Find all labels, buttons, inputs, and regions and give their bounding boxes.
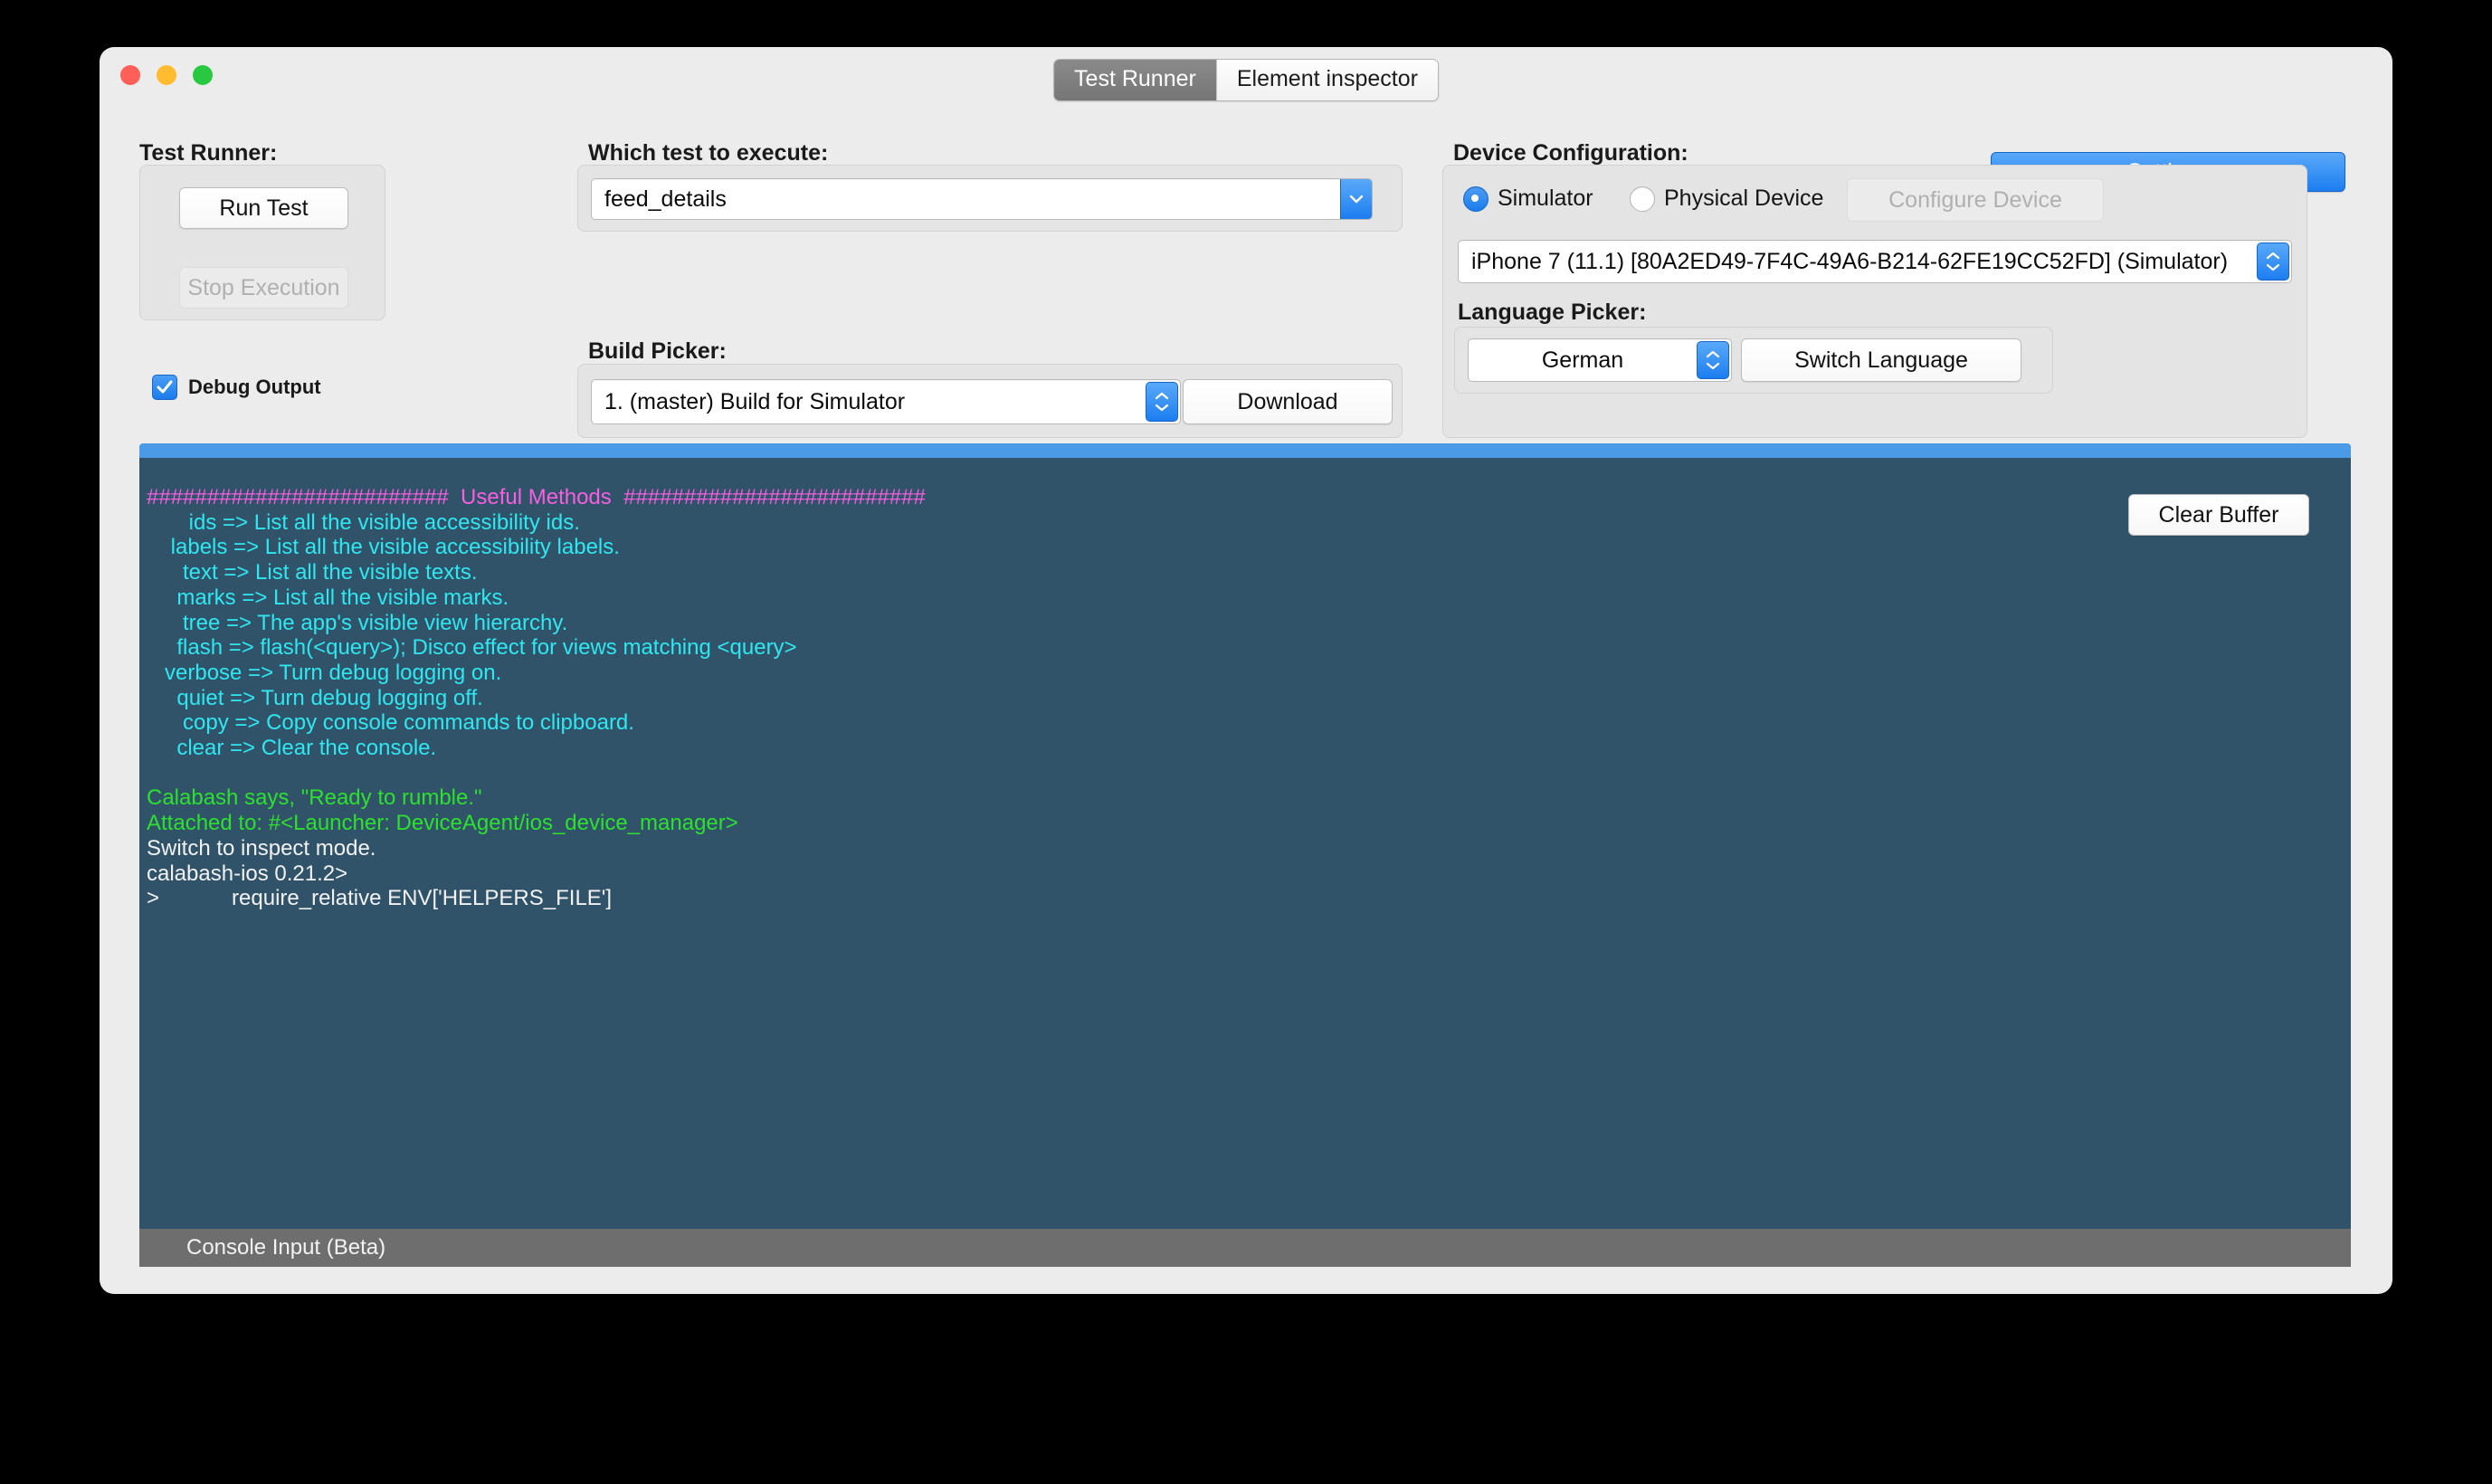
test-select[interactable]: feed_details bbox=[591, 178, 1373, 220]
test-runner-groupbox: Run Test Stop Execution bbox=[139, 165, 385, 320]
device-select-value: iPhone 7 (11.1) [80A2ED49-7F4C-49A6-B214… bbox=[1471, 248, 2229, 274]
debug-output-checkbox-row[interactable]: Debug Output bbox=[152, 375, 321, 400]
minimize-window-button[interactable] bbox=[157, 65, 176, 85]
build-select[interactable]: 1. (master) Build for Simulator bbox=[591, 379, 1181, 424]
physical-device-radio[interactable] bbox=[1630, 186, 1655, 212]
tab-test-runner[interactable]: Test Runner bbox=[1054, 60, 1216, 100]
run-test-button[interactable]: Run Test bbox=[179, 187, 348, 229]
console-line: copy => Copy console commands to clipboa… bbox=[147, 710, 634, 736]
simulator-radio-row[interactable]: Simulator bbox=[1463, 186, 1593, 212]
window-titlebar: Test Runner Element inspector bbox=[100, 47, 2392, 109]
clear-buffer-button[interactable]: Clear Buffer bbox=[2128, 494, 2309, 536]
console-line: text => List all the visible texts. bbox=[147, 560, 478, 585]
tab-bar: Test Runner Element inspector bbox=[1053, 59, 1439, 101]
physical-device-radio-row[interactable]: Physical Device bbox=[1630, 186, 1823, 212]
language-select[interactable]: German bbox=[1468, 338, 1732, 382]
tab-element-inspector[interactable]: Element inspector bbox=[1215, 60, 1438, 100]
console-line: quiet => Turn debug logging off. bbox=[147, 685, 483, 710]
language-select-value: German bbox=[1541, 347, 1624, 373]
stop-execution-button[interactable]: Stop Execution bbox=[179, 267, 348, 309]
test-select-value: feed_details bbox=[604, 186, 727, 212]
console-line: labels => List all the visible accessibi… bbox=[147, 535, 620, 560]
console-line: Calabash says, "Ready to rumble." bbox=[147, 785, 482, 811]
device-stepper-up-down-icon[interactable] bbox=[2257, 243, 2289, 281]
console-line: marks => List all the visible marks. bbox=[147, 585, 509, 610]
download-button[interactable]: Download bbox=[1183, 379, 1393, 424]
console-text: ######################### Useful Methods… bbox=[147, 485, 926, 911]
debug-output-checkbox[interactable] bbox=[152, 375, 177, 400]
switch-language-button[interactable]: Switch Language bbox=[1741, 338, 2021, 382]
console-line: calabash-ios 0.21.2> bbox=[147, 861, 348, 886]
console-line: ids => List all the visible accessibilit… bbox=[147, 509, 580, 535]
device-configuration-section-label: Device Configuration: bbox=[1453, 140, 1688, 166]
console-header-bar bbox=[139, 443, 2351, 458]
console-input-label: Console Input (Beta) bbox=[186, 1235, 386, 1260]
physical-device-radio-label: Physical Device bbox=[1664, 186, 1824, 211]
configure-device-button[interactable]: Configure Device bbox=[1847, 178, 2104, 222]
build-picker-section-label: Build Picker: bbox=[588, 338, 727, 364]
console-line: Switch to inspect mode. bbox=[147, 835, 376, 861]
console-input-bar[interactable]: Console Input (Beta) bbox=[139, 1229, 2351, 1267]
language-picker-section-label: Language Picker: bbox=[1458, 300, 1647, 325]
close-window-button[interactable] bbox=[120, 65, 140, 85]
device-configuration-groupbox: Simulator Physical Device Configure Devi… bbox=[1442, 165, 2307, 438]
which-test-groupbox: feed_details bbox=[577, 165, 1403, 232]
console-line: flash => flash(<query>); Disco effect fo… bbox=[147, 635, 797, 661]
simulator-radio-label: Simulator bbox=[1498, 186, 1593, 211]
which-test-section-label: Which test to execute: bbox=[588, 140, 829, 166]
language-stepper-up-down-icon[interactable] bbox=[1697, 341, 1729, 379]
console-line: clear => Clear the console. bbox=[147, 736, 437, 761]
simulator-radio[interactable] bbox=[1463, 186, 1489, 212]
chevron-down-icon[interactable] bbox=[1340, 179, 1372, 219]
debug-output-label: Debug Output bbox=[188, 376, 321, 398]
console-line: tree => The app's visible view hierarchy… bbox=[147, 610, 568, 635]
console-line: Attached to: #<Launcher: DeviceAgent/ios… bbox=[147, 811, 738, 836]
console-line: > require_relative ENV['HELPERS_FILE'] bbox=[147, 886, 613, 911]
maximize-window-button[interactable] bbox=[193, 65, 213, 85]
console-line: verbose => Turn debug logging on. bbox=[147, 660, 502, 685]
build-select-value: 1. (master) Build for Simulator bbox=[604, 388, 906, 414]
console-line: ######################### Useful Methods… bbox=[147, 485, 926, 509]
build-picker-groupbox: 1. (master) Build for Simulator Download bbox=[577, 364, 1403, 438]
checkmark-icon bbox=[157, 380, 173, 394]
test-runner-section-label: Test Runner: bbox=[139, 140, 278, 166]
stepper-up-down-icon[interactable] bbox=[1146, 382, 1178, 422]
device-select[interactable]: iPhone 7 (11.1) [80A2ED49-7F4C-49A6-B214… bbox=[1458, 240, 2292, 283]
app-window: Test Runner Element inspector Settings T… bbox=[100, 47, 2392, 1294]
console-output[interactable]: ######################### Useful Methods… bbox=[139, 458, 2351, 1267]
console-panel: ######################### Useful Methods… bbox=[139, 443, 2351, 1267]
language-picker-groupbox: German Switch Language bbox=[1454, 327, 2053, 394]
